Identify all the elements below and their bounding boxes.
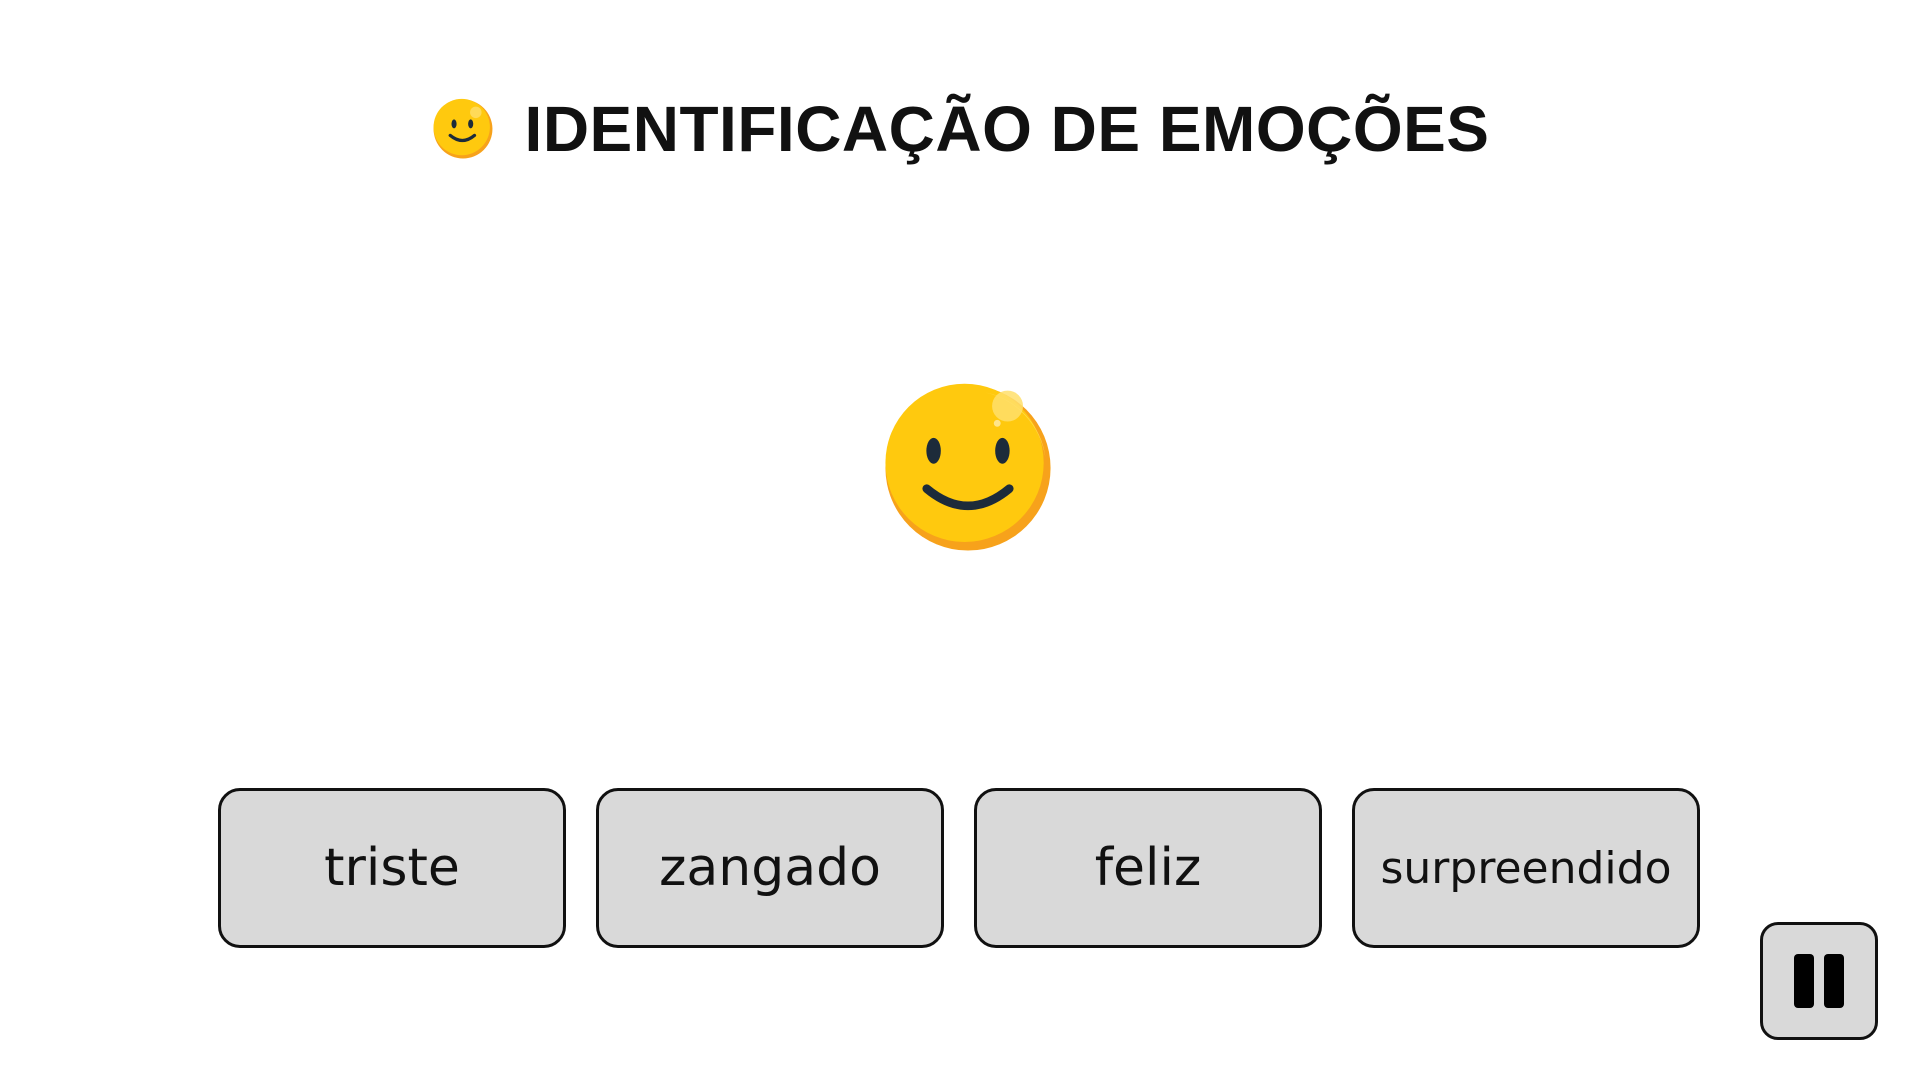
page-title: IDENTIFICAÇÃO DE EMOÇÕES (524, 93, 1490, 165)
pause-icon (1824, 954, 1844, 1008)
header: IDENTIFICAÇÃO DE EMOÇÕES (0, 92, 1920, 166)
emotion-stimulus (882, 382, 1054, 554)
option-button-feliz[interactable]: feliz (974, 788, 1322, 948)
emotion-identification-screen: IDENTIFICAÇÃO DE EMOÇÕES triste zangado … (0, 0, 1920, 1080)
pause-icon (1794, 954, 1814, 1008)
answer-options: triste zangado feliz surpreendido (218, 788, 1700, 948)
option-button-surpreendido[interactable]: surpreendido (1352, 788, 1700, 948)
pause-button[interactable] (1760, 922, 1878, 1040)
smiley-face-icon (433, 98, 492, 159)
option-button-triste[interactable]: triste (218, 788, 566, 948)
smiley-face-icon (885, 383, 1051, 551)
option-button-zangado[interactable]: zangado (596, 788, 944, 948)
